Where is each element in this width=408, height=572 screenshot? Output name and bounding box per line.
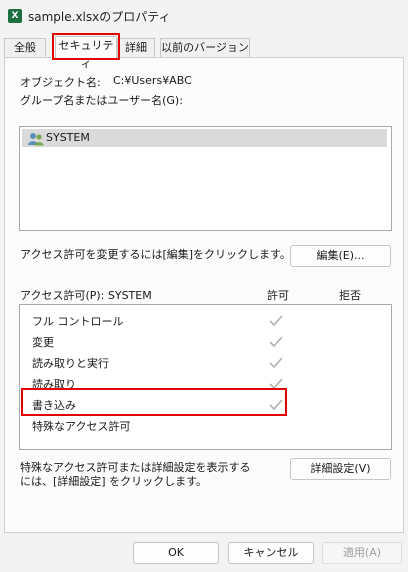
tab-security[interactable]: セキュリティ: [55, 36, 117, 70]
title-bar: sample.xlsxのプロパティ: [0, 0, 408, 32]
dialog-footer: OK キャンセル 適用(A): [0, 533, 408, 572]
excel-file-icon: [8, 9, 22, 23]
allow-column-header: 許可: [267, 289, 289, 302]
tab-general[interactable]: 全般: [4, 38, 46, 58]
change-permissions-hint: アクセス許可を変更するには[編集]をクリックします。: [20, 248, 291, 261]
object-name-label: オブジェクト名:: [20, 76, 101, 89]
advanced-hint-line2: には、[詳細設定] をクリックします。: [20, 475, 207, 488]
users-listbox[interactable]: SYSTEM: [19, 126, 392, 231]
permission-name: 読み取りと実行: [32, 357, 109, 370]
tab-previous-versions[interactable]: 以前のバージョン: [160, 38, 250, 58]
permission-name: 変更: [32, 336, 54, 349]
allow-check-icon: [269, 357, 283, 369]
apply-button[interactable]: 適用(A): [322, 542, 402, 564]
allow-check-icon: [269, 315, 283, 327]
tab-label: 詳細: [125, 41, 147, 54]
security-panel: オブジェクト名: C:¥Users¥ABC グループ名またはユーザー名(G): …: [4, 57, 404, 533]
list-item-system[interactable]: SYSTEM: [22, 129, 387, 147]
permissions-for-label: アクセス許可(P): SYSTEM: [20, 289, 152, 302]
ok-button[interactable]: OK: [133, 542, 219, 564]
allow-check-icon: [269, 336, 283, 348]
object-name-value: C:¥Users¥ABC: [113, 74, 192, 87]
window-title: sample.xlsxのプロパティ: [28, 10, 171, 24]
group-user-label: グループ名またはユーザー名(G):: [20, 94, 183, 107]
write-permission-highlight-box: [21, 388, 287, 416]
permission-name: 特殊なアクセス許可: [32, 420, 131, 433]
tab-details[interactable]: 詳細: [117, 38, 155, 58]
cancel-button[interactable]: キャンセル: [228, 542, 314, 564]
tab-label: 以前のバージョン: [161, 41, 249, 54]
deny-column-header: 拒否: [339, 289, 361, 302]
permissions-listbox[interactable]: フル コントロール 変更 読み取りと実行 読み取り 書き込み 特殊なアクセス許可: [19, 304, 392, 450]
tab-label: 全般: [14, 41, 36, 54]
permission-name: フル コントロール: [32, 315, 124, 328]
users-icon: [28, 133, 44, 146]
list-item-label: SYSTEM: [46, 131, 90, 144]
advanced-button[interactable]: 詳細設定(V): [290, 458, 391, 480]
tab-strip: 全般 セキュリティ 詳細 以前のバージョン: [0, 36, 408, 70]
edit-button[interactable]: 編集(E)...: [290, 245, 391, 267]
